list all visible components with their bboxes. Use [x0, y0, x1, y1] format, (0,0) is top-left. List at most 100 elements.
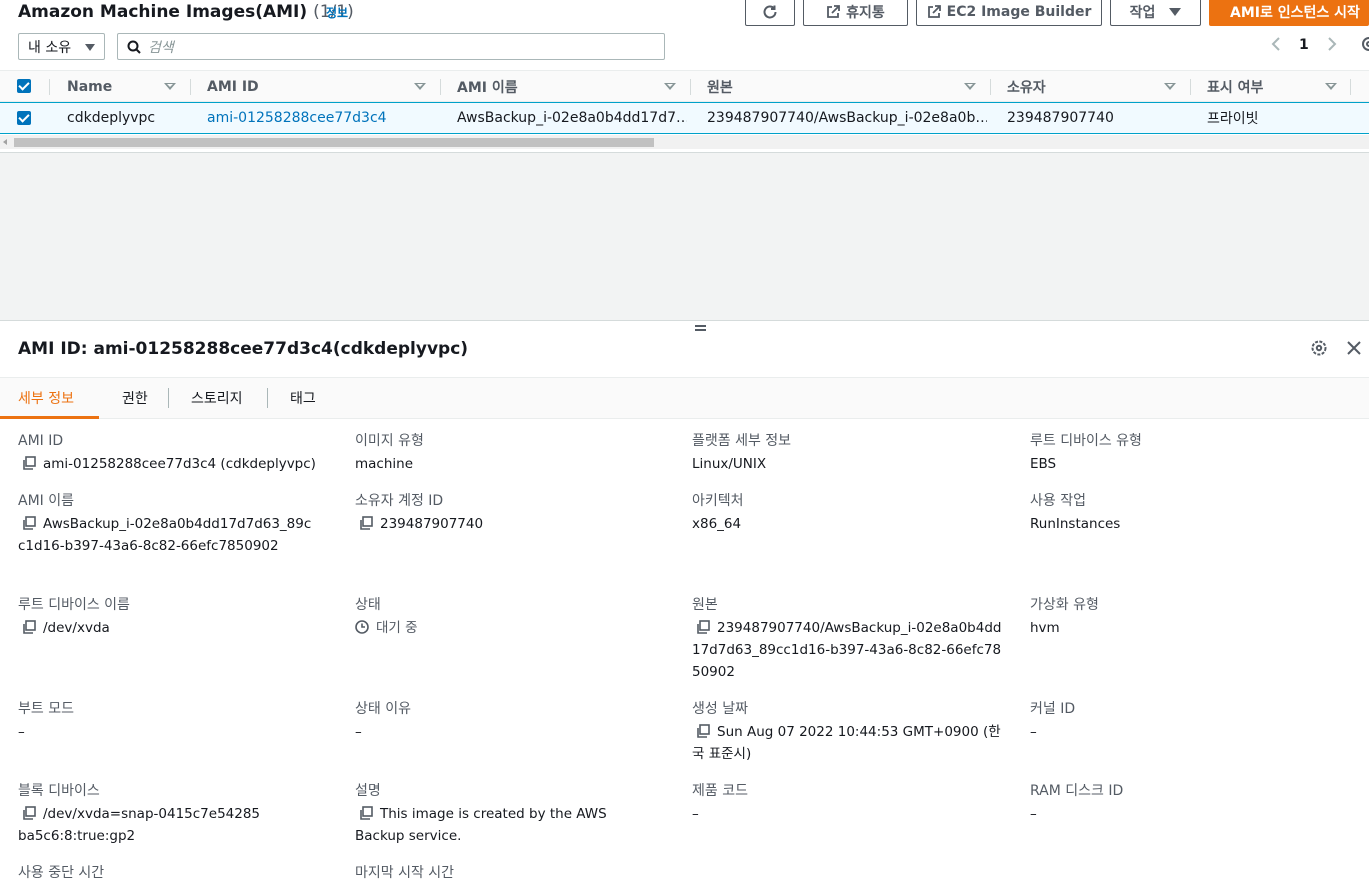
field-label: AMI ID: [18, 433, 64, 449]
field-owner-account: 소유자 계정 ID 239487907740: [355, 491, 675, 535]
column-header-visibility[interactable]: 표시 여부: [1207, 71, 1263, 102]
cell-ami-id-link[interactable]: ami-01258288cee77d3c4: [207, 103, 437, 133]
details-title: AMI ID: ami-01258288cee77d3c4(cdkdeplyvp…: [18, 339, 469, 359]
field-value: Sun Aug 07 2022 10:44:53 GMT+0900 (한국 표준…: [692, 724, 1001, 762]
owner-filter-select[interactable]: 내 소유: [18, 33, 105, 60]
field-image-type: 이미지 유형 machine: [355, 431, 675, 475]
gear-icon[interactable]: [1310, 339, 1328, 357]
scroll-left-icon[interactable]: [3, 139, 7, 145]
tab-permissions[interactable]: 권한: [122, 378, 148, 418]
field-status-reason: 상태 이유 –: [355, 699, 675, 743]
copy-icon[interactable]: [696, 724, 710, 738]
horizontal-scrollbar[interactable]: [0, 135, 1369, 149]
actions-dropdown[interactable]: 작업: [1110, 0, 1201, 26]
copy-icon[interactable]: [22, 456, 36, 470]
cell-owner: 239487907740: [1007, 110, 1114, 126]
search-placeholder: 검색: [148, 39, 174, 56]
column-header-source[interactable]: 원본: [707, 71, 733, 102]
next-page-icon[interactable]: [1326, 36, 1338, 56]
actions-label: 작업: [1129, 5, 1156, 21]
field-ami-id: AMI ID ami-01258288cee77d3c4 (cdkdeplyvp…: [18, 431, 338, 475]
field-label: 커널 ID: [1030, 701, 1076, 717]
field-label: 제품 코드: [692, 783, 748, 799]
field-label: 부트 모드: [18, 701, 74, 717]
field-label: 상태 이유: [355, 701, 411, 717]
row-checkbox[interactable]: [17, 111, 31, 125]
field-usage-operation: 사용 작업 RunInstances: [1030, 491, 1350, 535]
close-icon[interactable]: [1345, 339, 1363, 357]
field-value: This image is created by the AWS Backup …: [355, 806, 607, 844]
refresh-button[interactable]: [745, 0, 795, 26]
copy-icon[interactable]: [359, 806, 373, 820]
field-label: 상태: [355, 597, 381, 613]
field-value: machine: [355, 456, 414, 472]
field-value: ami-01258288cee77d3c4 (cdkdeplyvpc): [43, 456, 316, 472]
field-label: 아키텍처: [692, 493, 744, 509]
scrollbar-thumb[interactable]: [14, 138, 654, 147]
recycle-bin-button[interactable]: 휴지통: [803, 0, 908, 26]
column-label: 표시 여부: [1207, 79, 1264, 96]
field-label: RAM 디스크 ID: [1030, 783, 1124, 799]
tab-details[interactable]: 세부 정보: [18, 378, 74, 418]
field-label: 사용 작업: [1030, 493, 1086, 509]
preferences-gear-icon[interactable]: [1360, 35, 1369, 57]
field-label: 생성 날짜: [692, 701, 748, 717]
table-header: Name AMI ID AMI 이름 원본 소유자 표시 여부: [0, 70, 1369, 102]
field-root-device-type: 루트 디바이스 유형 EBS: [1030, 431, 1350, 475]
tab-tags[interactable]: 태그: [290, 378, 316, 418]
field-block-devices: 블록 디바이스 /dev/xvda=snap-0415c7e54285ba5c6…: [18, 781, 268, 847]
copy-icon[interactable]: [22, 620, 36, 634]
column-header-ami-name[interactable]: AMI 이름: [457, 71, 518, 102]
copy-icon[interactable]: [22, 806, 36, 820]
field-value: –: [1030, 806, 1037, 822]
field-status: 상태 대기 중: [355, 595, 675, 639]
launch-label: AMI로 인스턴스 시작: [1230, 5, 1360, 21]
field-architecture: 아키텍처 x86_64: [692, 491, 1012, 535]
external-link-icon: [827, 5, 841, 18]
search-input[interactable]: 검색: [117, 33, 665, 60]
column-label: AMI ID: [207, 78, 259, 95]
cell-ami-name: AwsBackup_i-02e8a0b4dd17d7…: [457, 110, 687, 126]
field-label: 설명: [355, 783, 381, 799]
column-label: 소유자: [1007, 79, 1046, 96]
details-tabs: 세부 정보 권한 스토리지 태그: [0, 377, 1369, 419]
caret-down-icon: [85, 44, 95, 51]
field-value: –: [692, 806, 699, 822]
select-all-checkbox[interactable]: [17, 79, 31, 93]
page-number[interactable]: 1: [1299, 37, 1309, 53]
ec2-image-builder-button[interactable]: EC2 Image Builder: [916, 0, 1102, 26]
field-label: 루트 디바이스 이름: [18, 597, 130, 613]
column-header-ami-id[interactable]: AMI ID: [207, 71, 259, 102]
field-value: RunInstances: [1030, 516, 1121, 532]
launch-instance-from-ami-button[interactable]: AMI로 인스턴스 시작: [1209, 0, 1369, 26]
table-row[interactable]: cdkdeplyvpc ami-01258288cee77d3c4 AwsBac…: [0, 102, 1369, 134]
field-value: 239487907740/AwsBackup_i-02e8a0b4dd17d7d…: [692, 620, 1002, 680]
field-last-launched: 마지막 시작 시간: [355, 863, 675, 883]
field-value: –: [355, 724, 362, 740]
previous-page-icon[interactable]: [1270, 36, 1282, 56]
ami-list-header: Amazon Machine Images(AMI) (1/1) 정보 휴지통 …: [0, 0, 1369, 70]
field-value: hvm: [1030, 620, 1060, 636]
field-label: 플랫폼 세부 정보: [692, 433, 792, 449]
column-header-owner[interactable]: 소유자: [1007, 71, 1046, 102]
field-deprecation-time: 사용 중단 시간: [18, 863, 338, 883]
details-panel: AMI ID: ami-01258288cee77d3c4(cdkdeplyvp…: [0, 320, 1369, 881]
field-value: x86_64: [692, 516, 742, 532]
field-value: 대기 중: [376, 620, 418, 636]
resize-handle-icon[interactable]: [695, 325, 706, 331]
copy-icon[interactable]: [22, 516, 36, 530]
info-link[interactable]: 정보: [326, 4, 348, 21]
column-header-name[interactable]: Name: [67, 71, 112, 102]
field-value: /dev/xvda: [43, 620, 110, 636]
external-link-icon: [927, 5, 941, 18]
field-label: 루트 디바이스 유형: [1030, 433, 1142, 449]
empty-area: [0, 152, 1369, 320]
copy-icon[interactable]: [696, 620, 710, 634]
field-label: 이미지 유형: [355, 433, 424, 449]
field-value: –: [18, 724, 25, 740]
column-label: Name: [67, 78, 113, 95]
copy-icon[interactable]: [359, 516, 373, 530]
tab-storage[interactable]: 스토리지: [191, 378, 243, 418]
field-label: 사용 중단 시간: [18, 865, 105, 881]
field-product-code: 제품 코드 –: [692, 781, 1012, 825]
